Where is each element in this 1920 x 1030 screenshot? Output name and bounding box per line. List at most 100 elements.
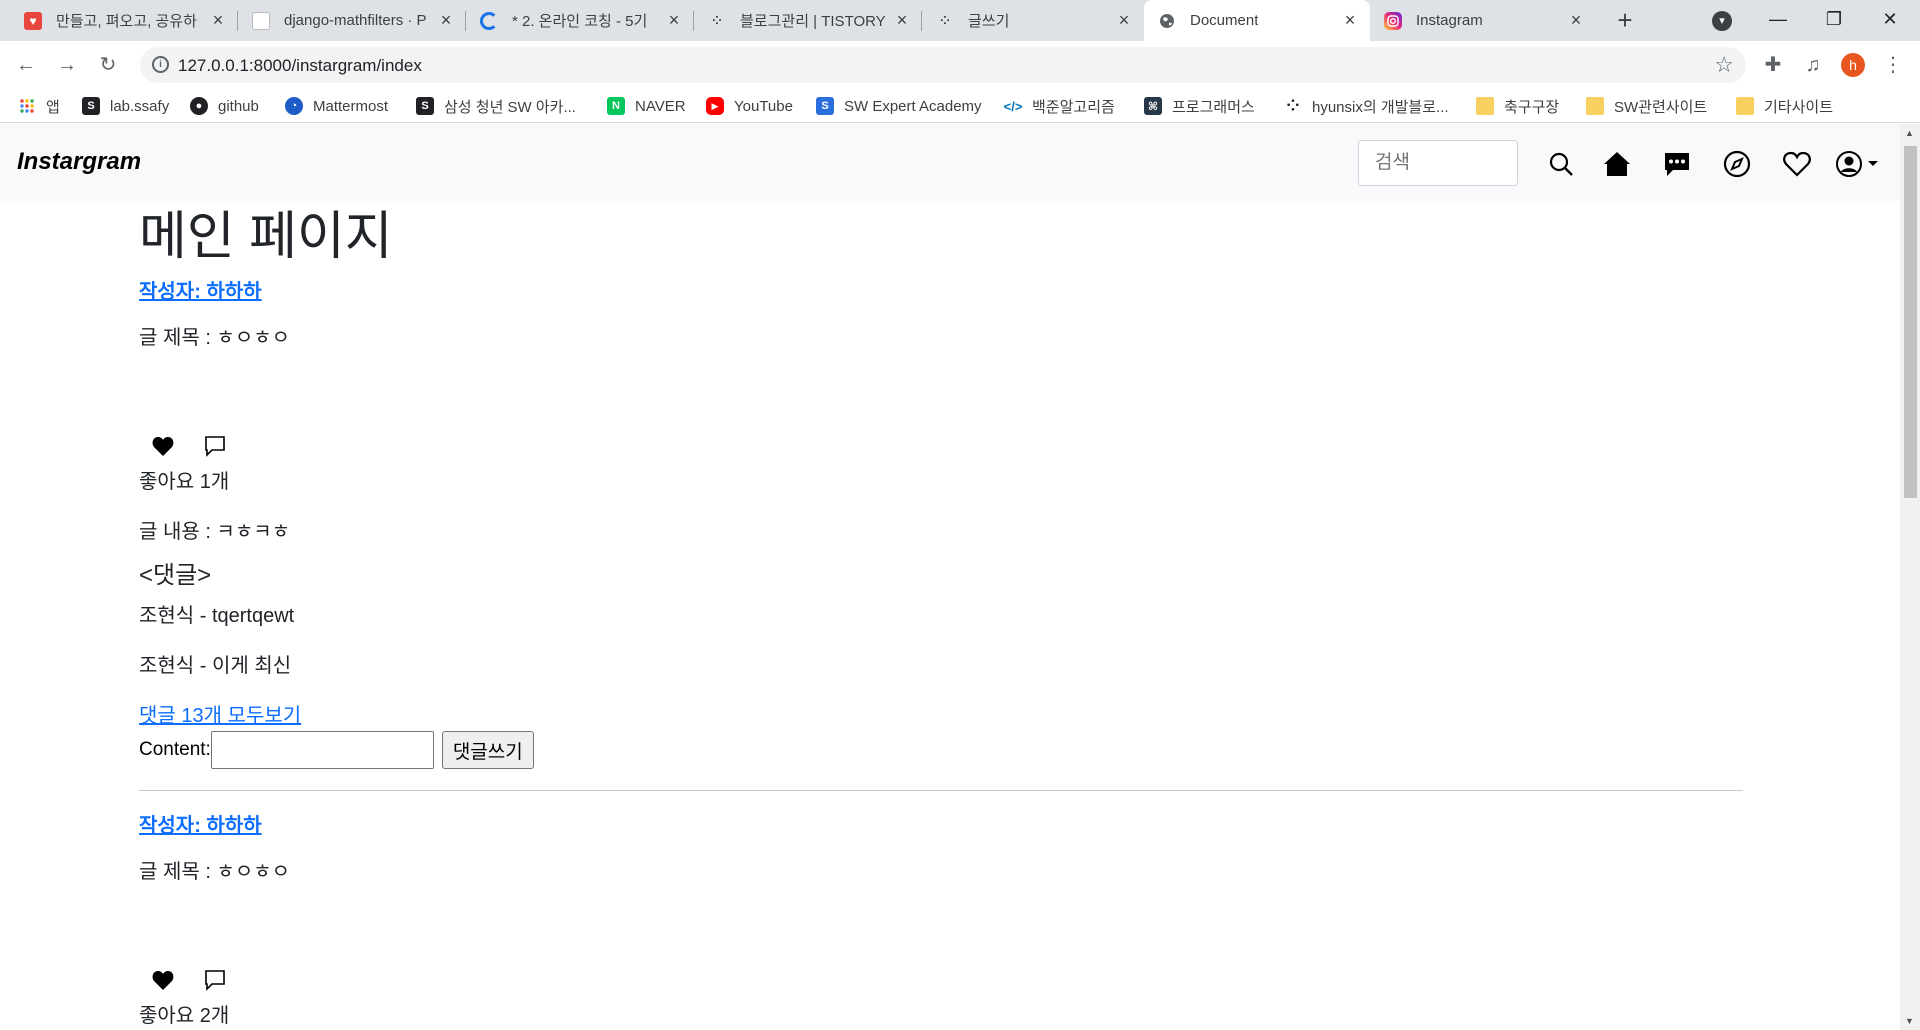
site-info-icon[interactable]: i — [152, 56, 169, 73]
close-tab-icon[interactable]: × — [436, 10, 456, 30]
instagram-icon — [1384, 12, 1402, 30]
post-author-link[interactable]: 작성자: 하하하 — [139, 809, 262, 838]
address-url[interactable]: 127.0.0.1:8000/instargram/index — [178, 56, 422, 76]
messages-icon[interactable] — [1662, 149, 1692, 179]
post-divider — [139, 790, 1743, 791]
like-heart-icon[interactable] — [151, 968, 175, 992]
comment-bubble-icon[interactable] — [203, 434, 227, 458]
mattermost-icon: ◔ — [285, 97, 303, 115]
apps-grid-icon — [18, 97, 36, 115]
view-all-comments-link[interactable]: 댓글 13개 모두보기 — [139, 702, 301, 730]
bookmark-programmers[interactable]: ⌘ 프로그래머스 — [1144, 94, 1255, 118]
comments-heading: <댓글> — [139, 562, 212, 589]
profile-avatar[interactable]: h — [1841, 53, 1865, 77]
post-subject: 글 제목 : ㅎㅇㅎㅇ — [139, 327, 291, 349]
search-icon[interactable] — [1546, 149, 1576, 179]
tab-search-icon[interactable]: ▾ — [1712, 11, 1732, 31]
close-tab-icon[interactable]: × — [1566, 10, 1586, 30]
close-window-button[interactable]: ✕ — [1867, 4, 1913, 34]
minimize-button[interactable]: — — [1755, 4, 1801, 34]
browser-tab[interactable]: Instagram × — [1370, 0, 1596, 41]
scroll-up-arrow[interactable]: ▲ — [1905, 128, 1914, 138]
post-subject: 글 제목 : ㅎㅇㅎㅇ — [139, 861, 291, 883]
media-control-icon[interactable]: ♫ — [1799, 51, 1827, 79]
explore-compass-icon[interactable] — [1722, 149, 1752, 179]
browser-tab[interactable]: ⁘ 글쓰기 × — [922, 0, 1144, 41]
bookmark-folder-sw[interactable]: SW관련사이트 — [1586, 94, 1707, 118]
bookmark-github[interactable]: ● github — [190, 94, 259, 118]
globe-icon — [1158, 12, 1176, 30]
swea-icon: S — [816, 97, 834, 115]
heart-icon[interactable] — [1782, 149, 1812, 179]
home-icon[interactable] — [1602, 149, 1632, 179]
post-actions — [139, 968, 1743, 998]
browser-tab[interactable]: * 2. 온라인 코칭 - 5기 × — [466, 0, 694, 41]
bookmark-lab-ssafy[interactable]: S lab.ssafy — [82, 94, 169, 118]
bookmark-mattermost[interactable]: ◔ Mattermost — [285, 94, 388, 118]
submit-comment-button[interactable]: 댓글쓰기 — [441, 731, 534, 769]
close-tab-icon[interactable]: × — [1340, 10, 1360, 30]
back-icon[interactable]: ← — [11, 50, 41, 80]
browser-tab[interactable]: django-mathfilters · P × — [238, 0, 466, 41]
code-icon: </> — [1003, 98, 1023, 114]
bookmark-hyunsix-blog[interactable]: ⁘ hyunsix의 개발블로... — [1284, 94, 1448, 118]
extensions-icon[interactable]: ✚ — [1759, 51, 1787, 79]
account-dropdown-icon[interactable] — [1834, 149, 1884, 179]
folder-icon — [1736, 97, 1754, 115]
bookmark-naver[interactable]: N NAVER — [607, 94, 686, 118]
site-brand[interactable]: Instargram — [17, 148, 141, 176]
restore-button[interactable]: ❐ — [1811, 4, 1857, 34]
menu-icon[interactable]: ⋮ — [1879, 51, 1907, 79]
page-scrollbar[interactable]: ▲ ▼ — [1900, 124, 1920, 1030]
post-body: 글 내용 : ㅋㅎㅋㅎ — [139, 521, 291, 543]
comment-form: Content: 댓글쓰기 — [139, 730, 1743, 770]
close-tab-icon[interactable]: × — [892, 10, 912, 30]
ssafy-icon: S — [82, 97, 100, 115]
bookmark-baekjoon[interactable]: </> 백준알고리즘 — [1004, 94, 1115, 118]
loading-icon — [480, 12, 498, 30]
scroll-down-arrow[interactable]: ▼ — [1905, 1016, 1914, 1026]
browser-tab[interactable]: ♥ 만들고, 펴오고, 공유하 × — [10, 0, 238, 41]
browser-toolbar: ← → ↻ i 127.0.0.1:8000/instargram/index … — [0, 41, 1920, 88]
tistory-icon: ⁘ — [710, 13, 724, 30]
search-input[interactable] — [1358, 140, 1518, 186]
bookmark-star-icon[interactable]: ☆ — [1714, 52, 1734, 78]
folder-icon — [1476, 97, 1494, 115]
post-like-count: 좋아요 1개 — [139, 471, 230, 493]
tistory-icon: ⁘ — [1286, 98, 1300, 115]
forward-icon[interactable]: → — [52, 50, 82, 80]
bookmarks-bar: 앱 S lab.ssafy ● github ◔ Mattermost S 삼성… — [0, 88, 1920, 123]
new-tab-button[interactable]: + — [1611, 7, 1639, 35]
reload-icon[interactable]: ↻ — [93, 50, 123, 80]
page-icon — [252, 12, 270, 30]
bookmark-folder-etc[interactable]: 기타사이트 — [1736, 94, 1833, 118]
comment-content-input[interactable] — [210, 731, 434, 769]
tab-strip: ♥ 만들고, 펴오고, 공유하 × django-mathfilters · P… — [0, 0, 1920, 41]
close-tab-icon[interactable]: × — [664, 10, 684, 30]
bookmark-youtube[interactable]: ▶ YouTube — [706, 94, 793, 118]
post-author-link[interactable]: 작성자: 하하하 — [139, 275, 262, 304]
comment-item: 조현식 - tqertqewt — [139, 605, 295, 627]
programmers-icon: ⌘ — [1144, 97, 1162, 115]
post-actions — [139, 434, 1743, 464]
ssafy-icon: S — [416, 97, 434, 115]
page-title: 메인 페이지 — [139, 208, 393, 266]
main-content: 메인 페이지 작성자: 하하하 글 제목 : ㅎㅇㅎㅇ 좋아요 1개 글 내용 … — [139, 201, 1743, 1030]
page-viewport: Instargram 메인 페이지 작성자: — [0, 124, 1900, 1030]
naver-icon: N — [607, 97, 625, 115]
content-label: Content: — [139, 739, 211, 760]
like-heart-icon[interactable] — [151, 434, 175, 458]
address-bar[interactable]: i 127.0.0.1:8000/instargram/index ☆ — [140, 47, 1746, 83]
bookmark-swea[interactable]: S SW Expert Academy — [816, 94, 982, 118]
comment-bubble-icon[interactable] — [203, 968, 227, 992]
close-tab-icon[interactable]: × — [1114, 10, 1134, 30]
tistory-icon: ⁘ — [938, 13, 952, 30]
browser-tab-active[interactable]: Document × — [1144, 0, 1370, 41]
bookmark-ssafy[interactable]: S 삼성 청년 SW 아카... — [416, 94, 576, 118]
scrollbar-thumb[interactable] — [1904, 146, 1917, 498]
close-tab-icon[interactable]: × — [208, 10, 228, 30]
bookmark-apps[interactable]: 앱 — [18, 94, 60, 118]
browser-tab[interactable]: ⁘ 블로그관리 | TISTORY × — [694, 0, 922, 41]
bookmark-folder-football[interactable]: 축구구장 — [1476, 94, 1559, 118]
post: 작성자: 하하하 글 제목 : ㅎㅇㅎㅇ 좋아요 2개 — [139, 809, 1743, 1030]
